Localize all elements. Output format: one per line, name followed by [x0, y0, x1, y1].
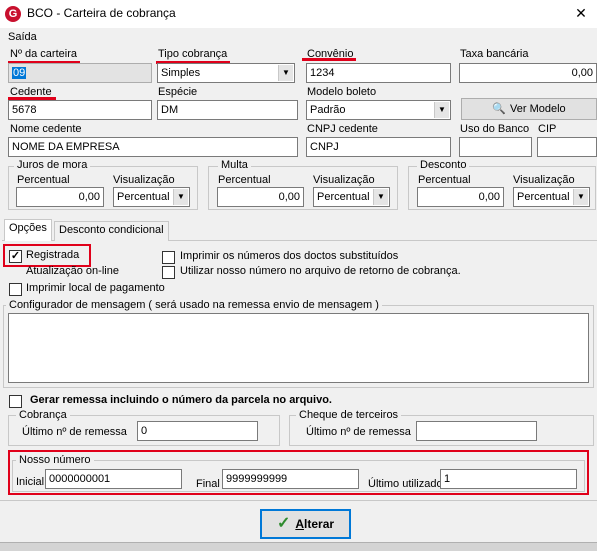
bottom-divider	[0, 500, 597, 501]
imprimir-local-checkbox[interactable]	[9, 283, 22, 296]
nome-cedente-field[interactable]: NOME DA EMPRESA	[8, 137, 298, 157]
registrada-checkbox[interactable]: ✓	[9, 250, 22, 263]
ver-modelo-button[interactable]: 🔍 Ver Modelo	[461, 98, 597, 120]
cheque-title: Cheque de terceiros	[296, 409, 402, 421]
multa-group-title: Multa	[218, 159, 251, 171]
cedente-field[interactable]: 5678	[8, 100, 152, 120]
utilizar-nosso-numero-checkbox[interactable]	[162, 266, 175, 279]
juros-visualizacao-label: Visualização	[113, 174, 175, 186]
final-label: Final	[196, 478, 220, 490]
desconto-percentual-field[interactable]: 0,00	[417, 187, 504, 207]
ultimo-utilizado-label: Último utilizado	[368, 478, 443, 490]
cobranca-ultimo-field[interactable]: 0	[137, 421, 258, 441]
desconto-visualizacao-select[interactable]: Percentual ▼	[513, 187, 590, 207]
multa-visualizacao-label: Visualização	[313, 174, 375, 186]
chevron-down-icon[interactable]: ▼	[278, 65, 293, 81]
taxa-bancaria-field[interactable]: 0,00	[459, 63, 597, 83]
modelo-boleto-label: Modelo boleto	[307, 86, 377, 98]
saida-label: Saída	[8, 31, 37, 43]
multa-percentual-label: Percentual	[218, 174, 271, 186]
multa-visualizacao-select[interactable]: Percentual ▼	[313, 187, 390, 207]
background-toolbar-strip	[0, 542, 597, 551]
especie-field[interactable]: DM	[157, 100, 298, 120]
desconto-visualizacao-label: Visualização	[513, 174, 575, 186]
imprimir-numeros-checkbox[interactable]	[162, 251, 175, 264]
nosso-numero-title: Nosso número	[16, 454, 94, 466]
especie-label: Espécie	[158, 86, 198, 98]
checkmark-icon: ✓	[276, 515, 291, 532]
imprimir-local-label: Imprimir local de pagamento	[26, 282, 165, 294]
cnpj-cedente-label: CNPJ cedente	[307, 123, 378, 135]
utilizar-nosso-numero-label: Utilizar nosso número no arquivo de reto…	[180, 265, 461, 277]
registrada-label: Registrada	[26, 249, 80, 261]
alterar-button[interactable]: ✓ Alterar	[260, 509, 351, 539]
final-field[interactable]: 9999999999	[222, 469, 359, 489]
uso-banco-label: Uso do Banco	[460, 123, 530, 135]
app-logo-icon: G	[5, 6, 21, 22]
highlight-underline-convenio	[302, 58, 356, 61]
nome-cedente-label: Nome cedente	[10, 123, 82, 135]
tab-desconto-condicional[interactable]: Desconto condicional	[54, 221, 169, 241]
cheque-ultimo-label: Último nº de remessa	[306, 426, 411, 438]
cheque-ultimo-field[interactable]	[416, 421, 537, 441]
juros-percentual-label: Percentual	[17, 174, 70, 186]
configurador-title: Configurador de mensagem ( será usado na…	[6, 299, 382, 311]
tab-opcoes[interactable]: Opções	[4, 219, 52, 241]
chevron-down-icon[interactable]: ▼	[573, 189, 588, 205]
gerar-remessa-label: Gerar remessa incluindo o número da parc…	[30, 394, 332, 406]
tipo-cobranca-label: Tipo cobrança	[158, 48, 228, 60]
cnpj-cedente-field[interactable]: CNPJ	[306, 137, 451, 157]
tipo-cobranca-select[interactable]: Simples ▼	[157, 63, 295, 83]
desconto-percentual-label: Percentual	[418, 174, 471, 186]
modelo-boleto-select[interactable]: Padrão ▼	[306, 100, 451, 120]
cip-label: CIP	[538, 123, 557, 135]
chevron-down-icon[interactable]: ▼	[173, 189, 188, 205]
gerar-remessa-checkbox[interactable]	[9, 395, 22, 408]
window-title: BCO - Carteira de cobrança	[27, 6, 176, 20]
configurador-textarea[interactable]	[8, 313, 589, 383]
juros-visualizacao-select[interactable]: Percentual ▼	[113, 187, 190, 207]
convenio-field[interactable]: 1234	[306, 63, 451, 83]
cip-field[interactable]	[537, 137, 597, 157]
cobranca-title: Cobrança	[16, 409, 70, 421]
checkmark-icon: ✓	[10, 250, 21, 262]
chevron-down-icon[interactable]: ▼	[373, 189, 388, 205]
desconto-group-title: Desconto	[417, 159, 470, 171]
multa-percentual-field[interactable]: 0,00	[217, 187, 304, 207]
magnifier-icon: 🔍	[492, 103, 507, 115]
cobranca-ultimo-label: Último nº de remessa	[22, 426, 127, 438]
carteira-field[interactable]: 09	[8, 63, 152, 83]
taxa-bancaria-label: Taxa bancária	[460, 48, 529, 60]
juros-group-title: Juros de mora	[14, 159, 91, 171]
inicial-label: Inicial	[16, 476, 45, 488]
juros-percentual-field[interactable]: 0,00	[16, 187, 104, 207]
atualizacao-label: Atualização on-line	[26, 265, 119, 277]
chevron-down-icon[interactable]: ▼	[434, 102, 449, 118]
carteira-label: Nº da carteira	[10, 48, 77, 60]
uso-banco-field[interactable]	[459, 137, 532, 157]
ultimo-utilizado-field[interactable]: 1	[440, 469, 577, 489]
close-button[interactable]: ✕	[568, 2, 594, 24]
imprimir-numeros-label: Imprimir os números dos doctos substituí…	[180, 250, 399, 262]
inicial-field[interactable]: 0000000001	[45, 469, 182, 489]
